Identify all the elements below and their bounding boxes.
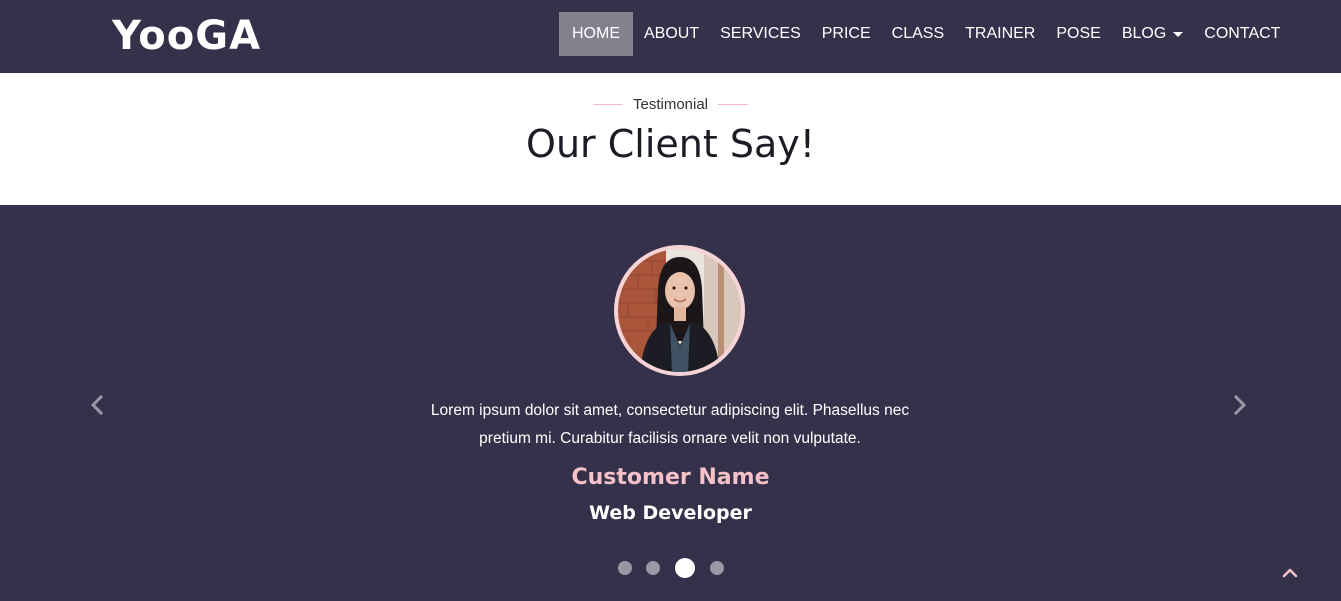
eyebrow-right-line [718, 104, 749, 105]
nav-item-price[interactable]: PRICE [812, 12, 881, 56]
eyebrow-left-line [592, 104, 623, 105]
carousel-dot-1[interactable] [617, 561, 632, 575]
nav-item-home[interactable]: HOME [559, 12, 633, 56]
testimonial-quote: Lorem ipsum dolor sit amet, consectetur … [410, 397, 930, 453]
chevron-up-icon [1282, 568, 1298, 578]
customer-name: Customer Name [571, 465, 770, 490]
client-avatar [614, 245, 745, 376]
section-eyebrow-text: Testimonial [632, 96, 709, 113]
testimonial-heading: Testimonial Our Client Say! [0, 73, 1341, 205]
chevron-right-icon [1233, 394, 1247, 416]
testimonial-carousel: Lorem ipsum dolor sit amet, consectetur … [0, 205, 1341, 601]
nav-item-trainer[interactable]: TRAINER [955, 12, 1045, 56]
nav-item-blog[interactable]: BLOG [1112, 12, 1193, 56]
section-title: Our Client Say! [526, 122, 815, 166]
nav-item-pose[interactable]: POSE [1046, 12, 1110, 56]
back-to-top-button[interactable] [1278, 560, 1302, 584]
section-eyebrow: Testimonial [0, 96, 1341, 113]
top-navbar: YooGA HOME ABOUT SERVICES PRICE CLASS TR… [0, 0, 1341, 73]
brand-logo[interactable]: YooGA [112, 10, 261, 62]
nav-item-blog-label: BLOG [1121, 25, 1167, 42]
nav-item-services[interactable]: SERVICES [710, 12, 811, 56]
nav-item-contact[interactable]: CONTACT [1194, 12, 1290, 56]
quote-line-2: pretium mi. Curabitur facilisis ornare v… [479, 430, 861, 447]
nav-item-about[interactable]: ABOUT [634, 12, 709, 56]
customer-role: Web Developer [589, 502, 752, 524]
carousel-dot-3[interactable] [674, 558, 695, 578]
chevron-left-icon [90, 394, 104, 416]
carousel-indicators [0, 557, 1341, 579]
caret-down-icon [1173, 31, 1184, 37]
client-photo [618, 249, 741, 372]
main-nav: HOME ABOUT SERVICES PRICE CLASS TRAINER … [559, 12, 1291, 56]
carousel-dot-4[interactable] [709, 561, 724, 575]
quote-line-1: Lorem ipsum dolor sit amet, consectetur … [430, 402, 910, 419]
nav-item-class[interactable]: CLASS [882, 12, 954, 56]
carousel-prev-button[interactable] [86, 393, 110, 417]
carousel-dot-2[interactable] [645, 561, 660, 575]
carousel-next-button[interactable] [1227, 393, 1251, 417]
